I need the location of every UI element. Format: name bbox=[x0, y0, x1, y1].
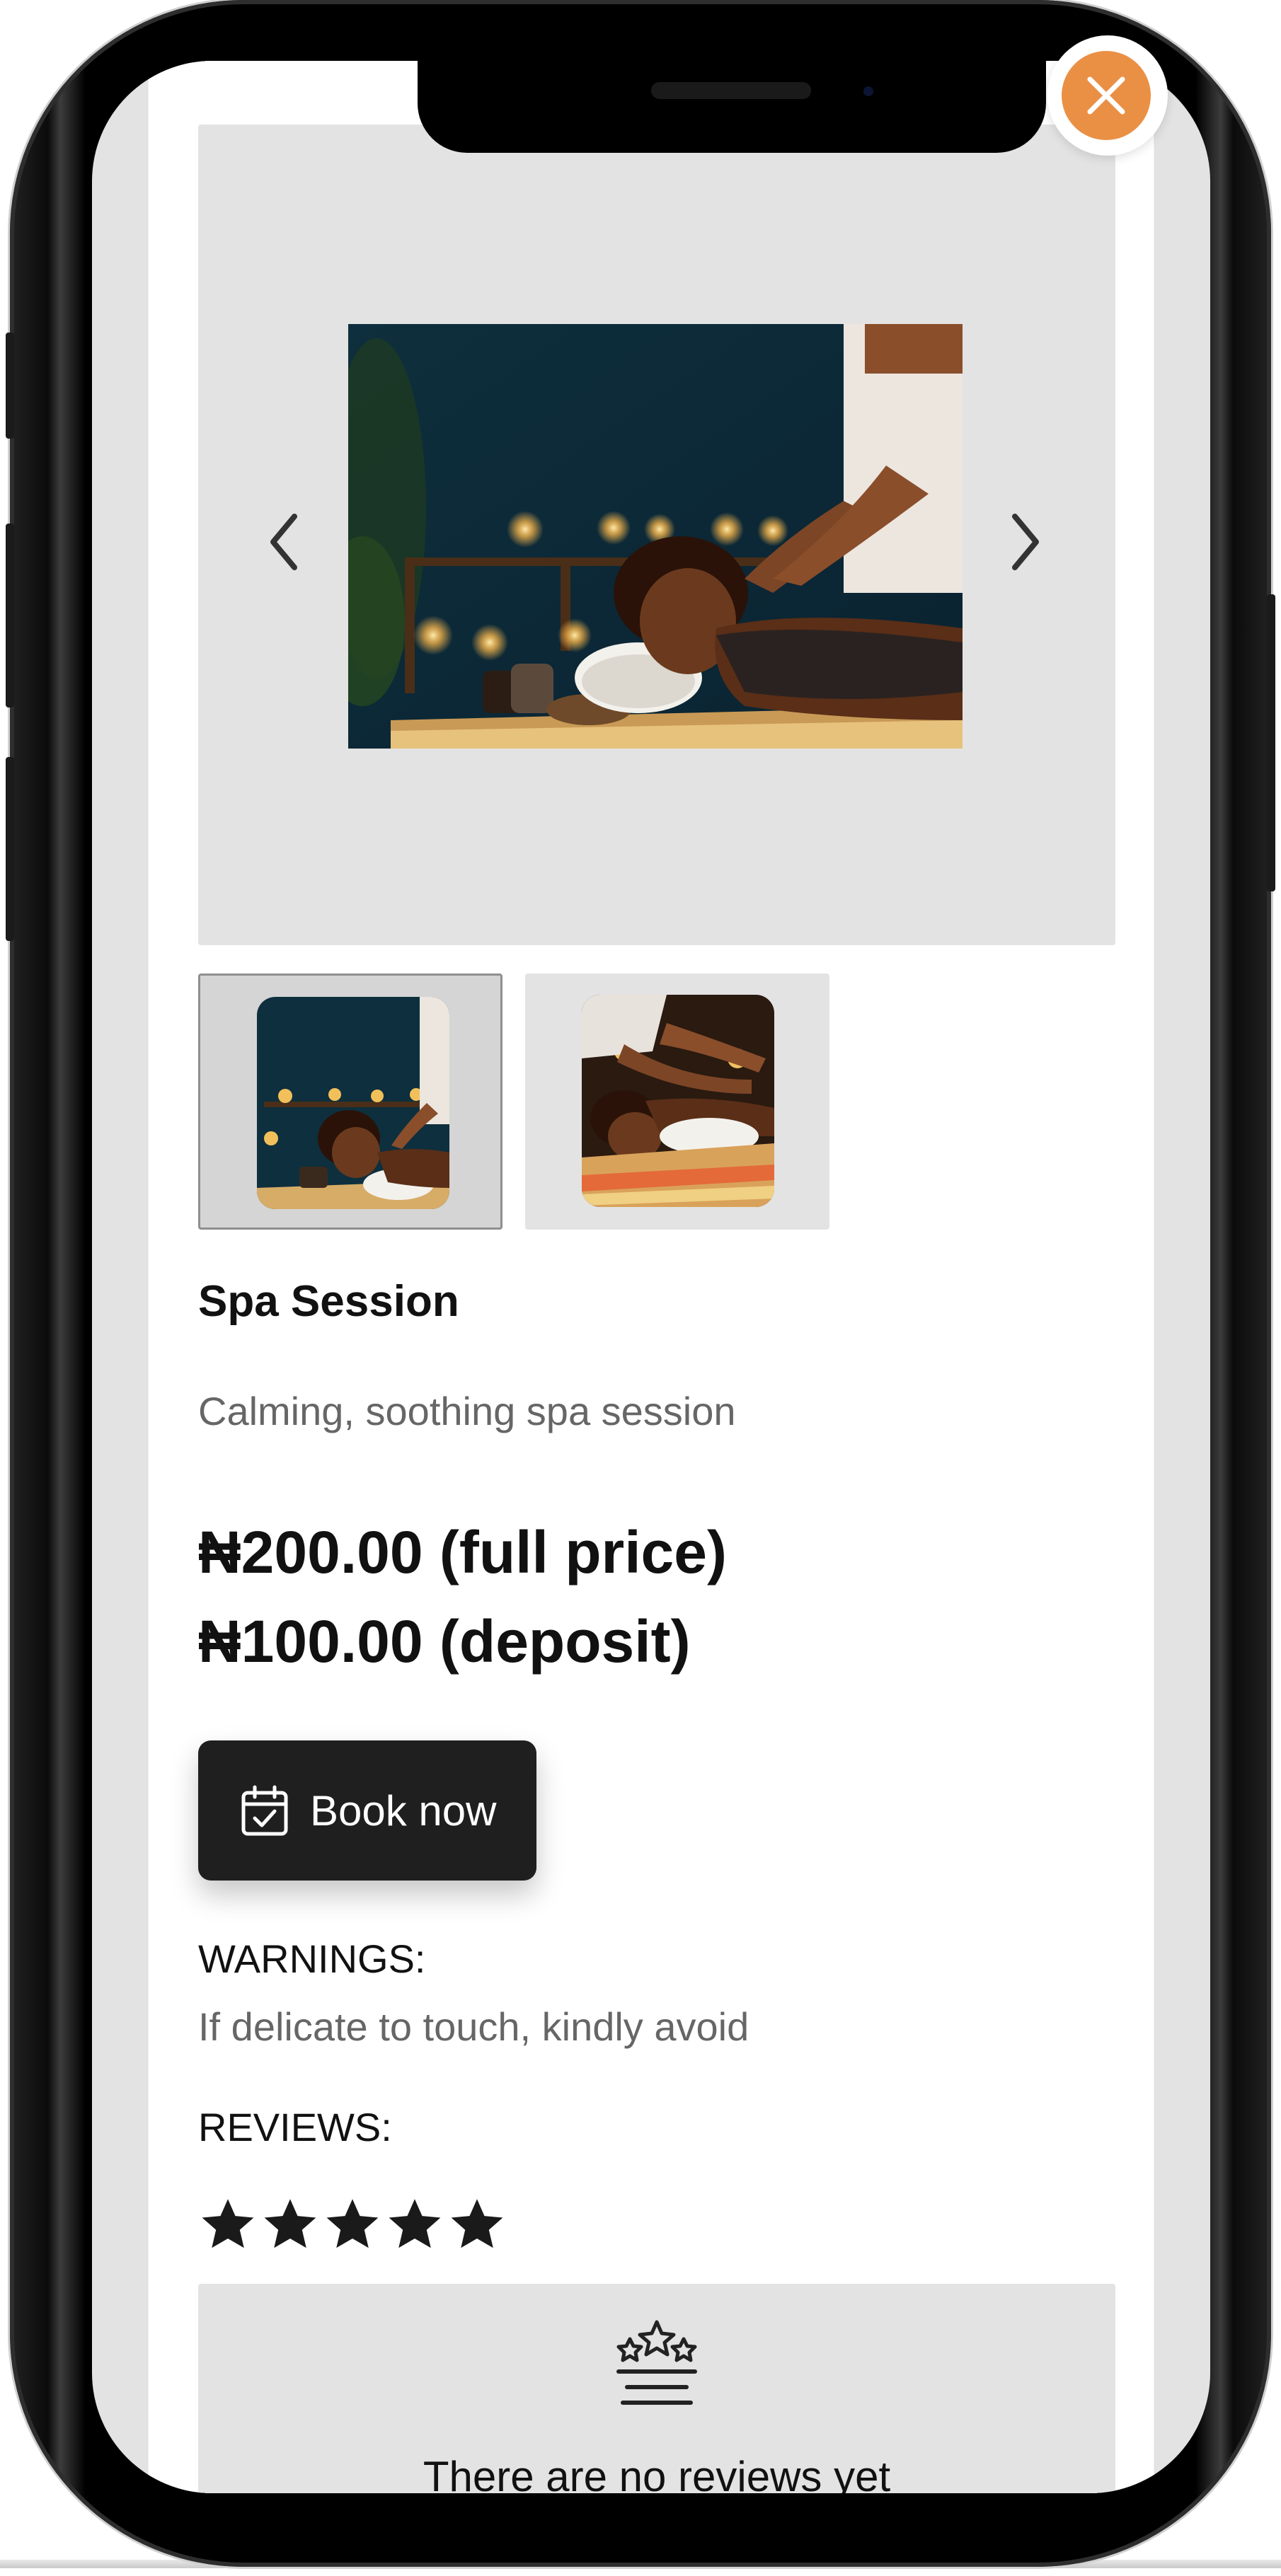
book-now-button[interactable]: Book now bbox=[198, 1740, 536, 1881]
chevron-left-icon bbox=[270, 514, 297, 570]
close-button[interactable] bbox=[1047, 35, 1168, 156]
book-now-label: Book now bbox=[310, 1786, 497, 1835]
star-icon bbox=[326, 2199, 379, 2248]
calendar-check-icon bbox=[241, 1785, 288, 1836]
phone-notch bbox=[418, 61, 1046, 153]
phone-side-button bbox=[1267, 594, 1275, 891]
thumbnail-image bbox=[257, 997, 449, 1209]
price-full: ₦200.00 (full price) bbox=[198, 1519, 727, 1586]
phone-side-button bbox=[6, 757, 14, 941]
gallery-thumbnail[interactable] bbox=[198, 974, 502, 1230]
thumbnail-image bbox=[582, 995, 774, 1207]
rating-stars-icon bbox=[616, 2320, 697, 2405]
phone-side-button bbox=[6, 524, 14, 707]
price-deposit: ₦100.00 (deposit) bbox=[198, 1608, 691, 1675]
gallery-prev-button[interactable] bbox=[262, 507, 304, 577]
gallery-thumbnail[interactable] bbox=[525, 974, 829, 1230]
close-button-circle bbox=[1062, 51, 1151, 140]
phone-screen: Spa Session Calming, soothing spa sessio… bbox=[92, 61, 1210, 2493]
star-icon bbox=[389, 2199, 441, 2248]
reviews-heading: REVIEWS: bbox=[198, 2105, 392, 2149]
chevron-right-icon bbox=[1012, 514, 1039, 570]
star-icon bbox=[202, 2199, 254, 2248]
rating-stars bbox=[198, 2195, 510, 2258]
star-icon bbox=[264, 2199, 316, 2248]
no-reviews-text: There are no reviews yet bbox=[423, 2453, 891, 2493]
product-description: Calming, soothing spa session bbox=[198, 1389, 736, 1433]
phone-frame: Spa Session Calming, soothing spa sessio… bbox=[6, 0, 1275, 2567]
product-title: Spa Session bbox=[198, 1277, 459, 1326]
product-modal: Spa Session Calming, soothing spa sessio… bbox=[149, 61, 1154, 2493]
image-gallery bbox=[198, 125, 1115, 945]
no-reviews-panel: There are no reviews yet bbox=[198, 2284, 1115, 2493]
star-icon bbox=[451, 2199, 503, 2248]
warnings-heading: WARNINGS: bbox=[198, 1936, 426, 1981]
close-icon bbox=[1087, 76, 1125, 115]
speaker-grille bbox=[651, 82, 811, 99]
main-product-image bbox=[348, 324, 963, 749]
front-camera bbox=[863, 86, 873, 96]
gallery-next-button[interactable] bbox=[1005, 507, 1047, 577]
phone-side-button bbox=[6, 333, 14, 439]
warnings-text: If delicate to touch, kindly avoid bbox=[198, 2004, 749, 2049]
